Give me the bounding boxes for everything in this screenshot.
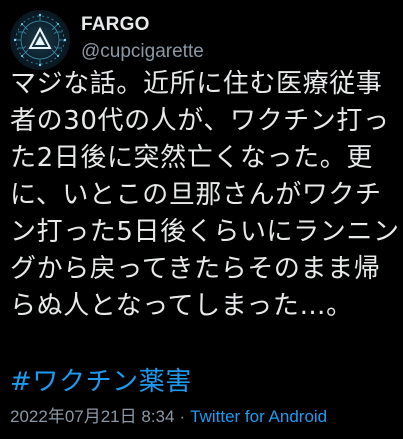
user-names: FARGO @cupcigarette bbox=[81, 14, 204, 64]
tweet-source-link[interactable]: Twitter for Android bbox=[190, 407, 327, 426]
tweet-timestamp[interactable]: 2022年07月21日 8:34 bbox=[10, 407, 174, 426]
hashtag-link[interactable]: #ワクチン薬害 bbox=[10, 364, 192, 401]
user-handle[interactable]: @cupcigarette bbox=[81, 40, 204, 64]
display-name[interactable]: FARGO bbox=[81, 14, 204, 36]
avatar[interactable] bbox=[10, 10, 70, 70]
tweet-card: FARGO @cupcigarette マジな話。近所に住む医療従事者の30代の… bbox=[0, 0, 403, 439]
tweet-text: マジな話。近所に住む医療従事者の30代の人が、ワクチン打った2日後に突然亡くなっ… bbox=[10, 69, 400, 321]
circuit-emblem-icon bbox=[13, 13, 67, 67]
meta-separator: · bbox=[179, 407, 186, 426]
tweet-meta: 2022年07月21日 8:34 · Twitter for Android bbox=[10, 405, 327, 429]
tweet-header: FARGO @cupcigarette bbox=[10, 10, 204, 70]
